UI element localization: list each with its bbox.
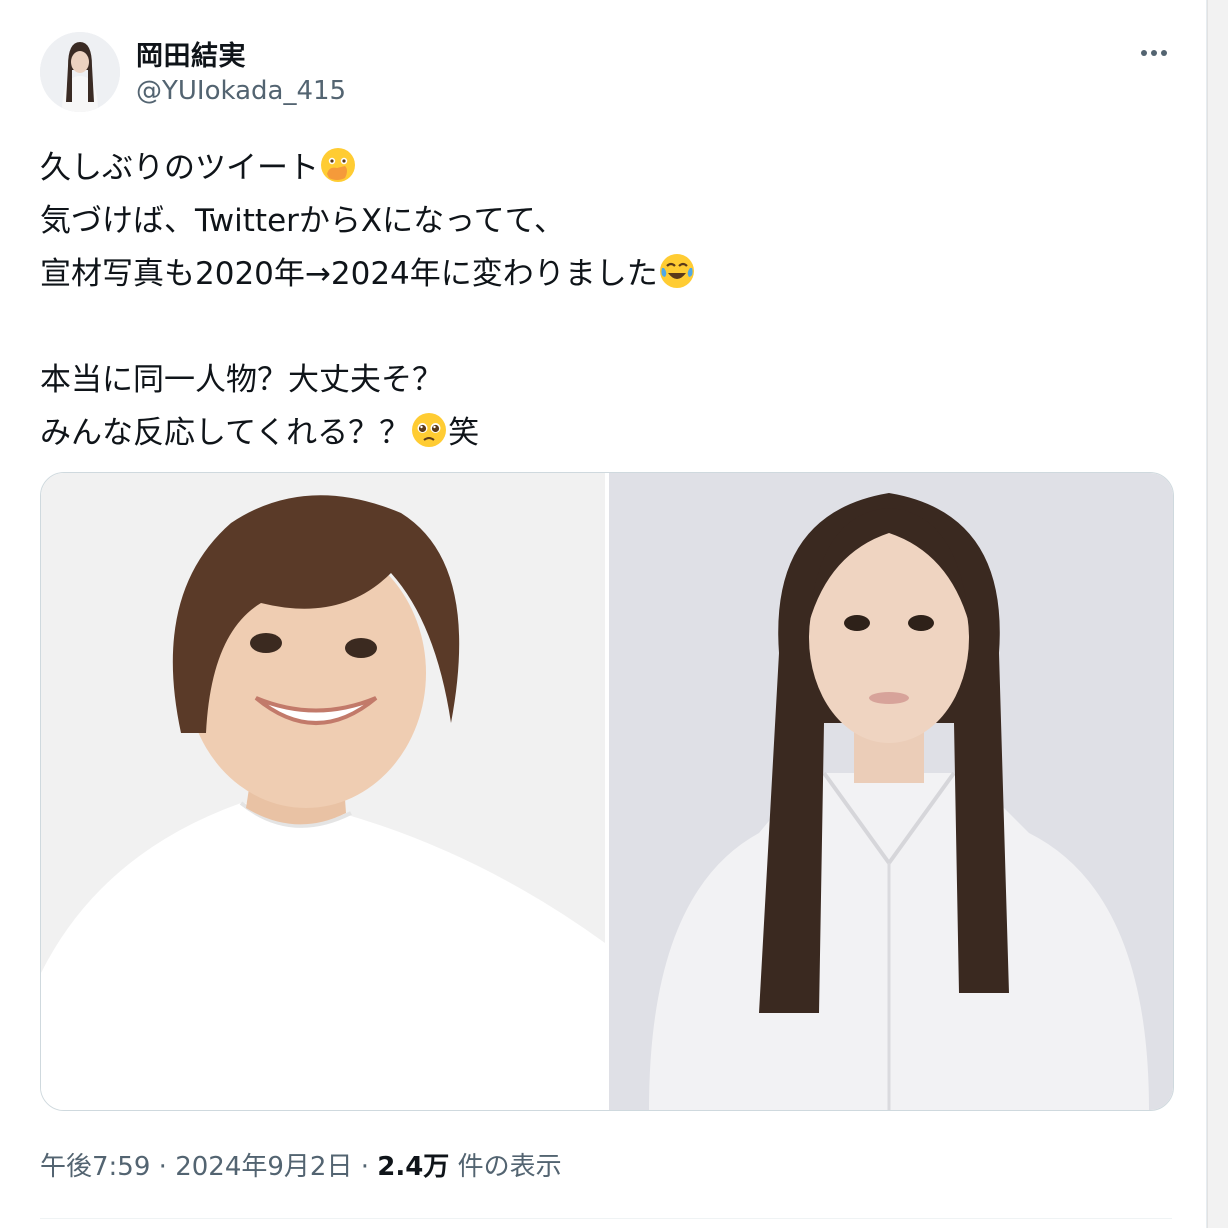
tweet-text: 久しぶりのツイート 気づけば、TwitterからXになってて、 宣材写真も202…: [40, 142, 1170, 460]
scrollbar[interactable]: [1207, 0, 1228, 1228]
avatar[interactable]: [40, 32, 120, 112]
face-with-open-eyes-and-hand-over-mouth-icon: [321, 148, 355, 182]
tweet-meta: 午後7:59 · 2024年9月2日 · 2.4万 件の表示: [40, 1146, 562, 1183]
tweet-line: 気づけば、TwitterからXになってて、: [40, 203, 566, 239]
meta-separator: ·: [360, 1152, 369, 1182]
tweet-line: 久しぶりのツイート: [40, 142, 1170, 195]
author-display-name[interactable]: 岡田結実: [136, 34, 246, 73]
views-label: 件の表示: [457, 1152, 562, 1182]
tweet-time[interactable]: 午後7:59: [40, 1152, 150, 1182]
photo-2020[interactable]: [41, 473, 605, 1110]
divider: [40, 1218, 1172, 1219]
meta-separator: ·: [158, 1152, 167, 1182]
short-hair-portrait-image: [41, 473, 605, 1110]
media-grid: [40, 472, 1174, 1111]
tweet-line: 本当に同一人物？大丈夫そ？: [40, 362, 443, 398]
avatar-image: [40, 32, 120, 112]
author-handle[interactable]: @YUIokada_415: [136, 76, 346, 106]
tweet-line: みんな反応してくれる？？ 笑: [40, 407, 1170, 460]
face-with-tears-of-joy-icon: [659, 254, 694, 288]
more-options-button[interactable]: [1132, 34, 1176, 66]
photo-2024[interactable]: [609, 473, 1173, 1110]
tweet-line: 宣材写真も2020年→2024年に変わりました: [40, 248, 1170, 301]
long-hair-portrait-image: [609, 473, 1173, 1110]
tweet-date[interactable]: 2024年9月2日: [175, 1152, 352, 1182]
tweet-article: 岡田結実 @YUIokada_415 久しぶりのツイート 気づけば、Twitte…: [0, 0, 1207, 1228]
pleading-face-icon: [412, 413, 447, 447]
more-dots-icon: [1139, 41, 1169, 60]
views-count: 2.4万: [377, 1152, 450, 1182]
